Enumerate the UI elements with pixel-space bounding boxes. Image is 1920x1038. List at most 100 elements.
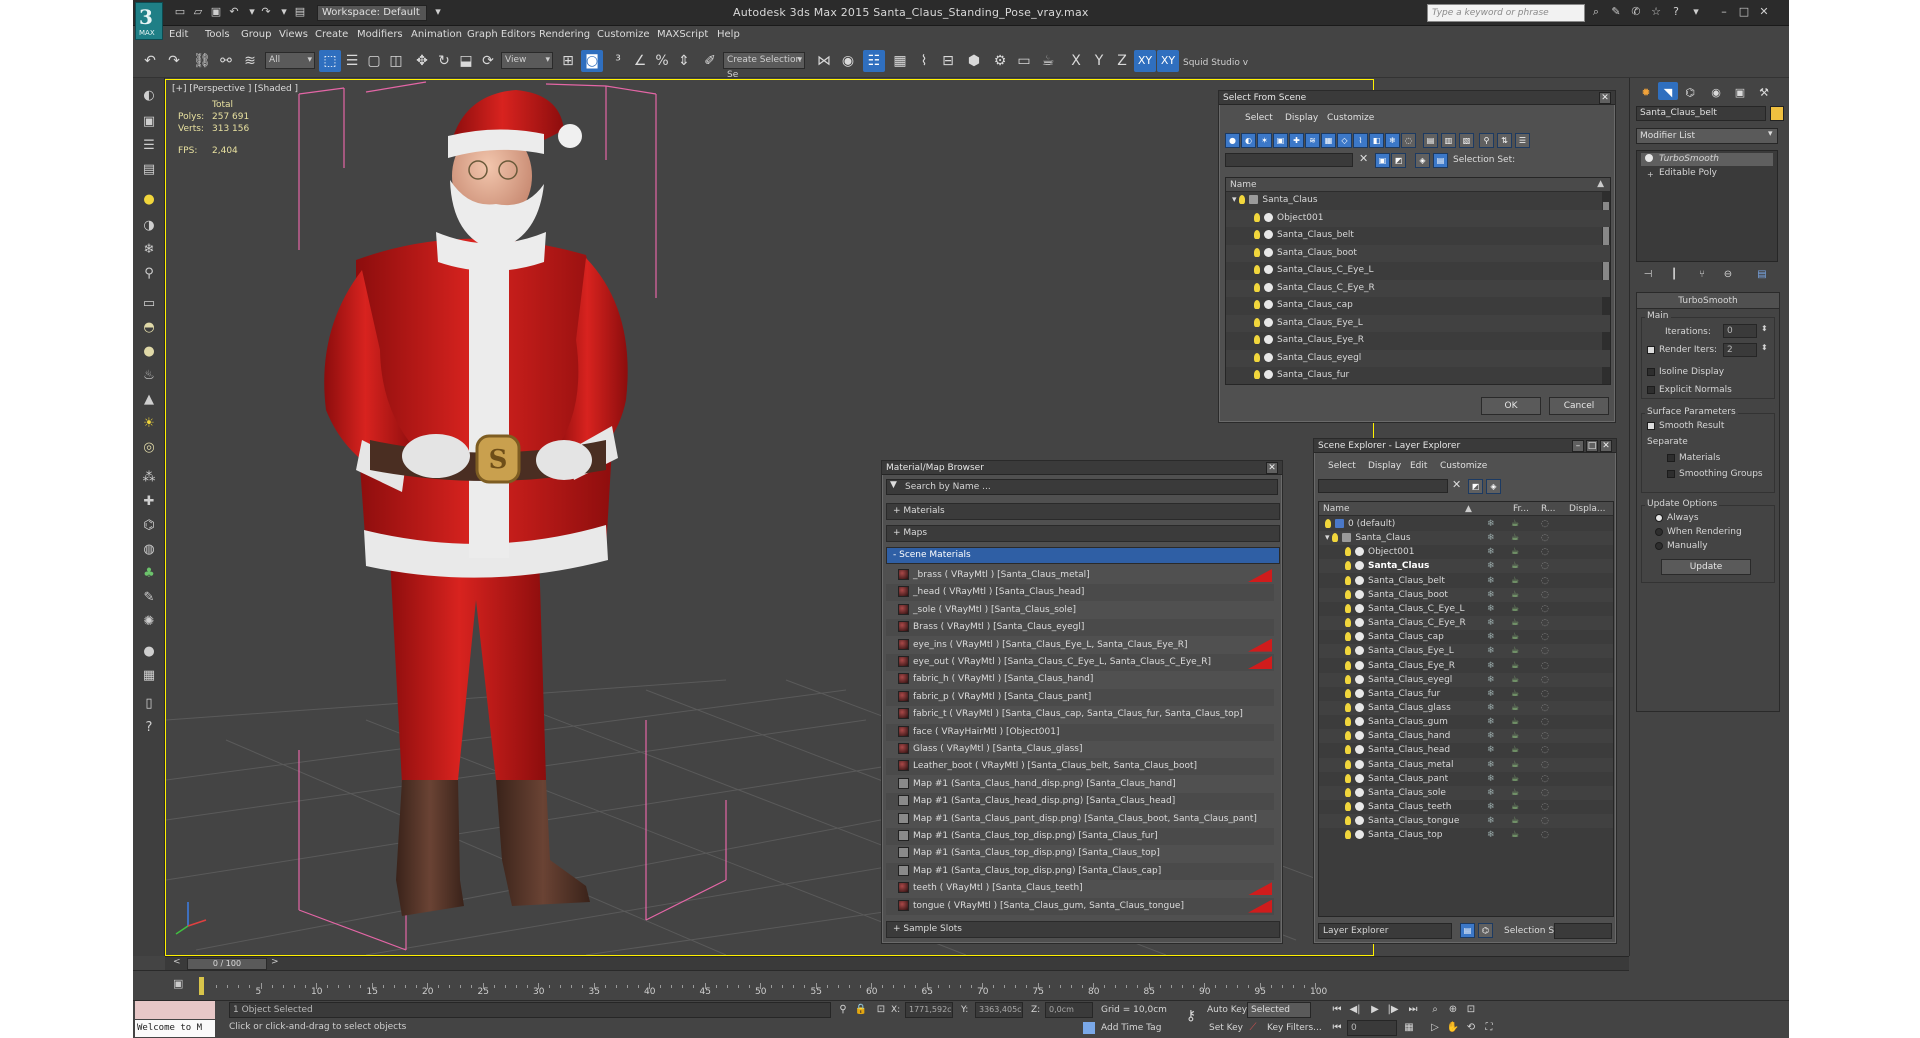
display-icon[interactable]: ◌ <box>1541 574 1549 588</box>
object-row[interactable]: Santa_Claus_C_Eye_L ❄ ☕ ◌ <box>1319 602 1613 616</box>
display-icon[interactable]: ◌ <box>1541 743 1549 757</box>
renderable-icon[interactable]: ☕ <box>1511 729 1519 743</box>
object-row[interactable]: Santa_Claus_Eye_L ❄ ☕ ◌ <box>1319 644 1613 659</box>
search-input[interactable]: Type a keyword or phrase <box>1427 4 1585 22</box>
invert-display-icon[interactable]: ▧ <box>1459 133 1474 148</box>
object-row[interactable]: Santa_Claus_C_Eye_R ❄ ☕ ◌ <box>1319 616 1613 631</box>
freeze-icon[interactable]: ❄ <box>1487 574 1495 588</box>
light-bulb-icon[interactable] <box>1239 195 1246 204</box>
maxscript-listener-mini[interactable] <box>135 1001 215 1019</box>
grid-icon[interactable]: ▤ <box>138 160 160 180</box>
motion-tab-icon[interactable]: ◉ <box>1706 82 1726 100</box>
freeze-icon[interactable]: ❄ <box>1487 772 1495 786</box>
freeze-icon[interactable]: ❄ <box>1487 531 1495 545</box>
clear-find-icon[interactable]: ✕ <box>1359 152 1368 165</box>
material-row[interactable]: _brass ( VRayMtl ) [Santa_Claus_metal] <box>886 567 1274 584</box>
light-bulb-icon[interactable] <box>1345 646 1351 656</box>
freeze-icon[interactable]: ❄ <box>1487 644 1495 658</box>
object-row[interactable]: Santa_Claus ❄ ☕ ◌ <box>1319 559 1613 574</box>
search-options-icon[interactable]: ▼ <box>890 480 897 490</box>
light-bulb-icon[interactable] <box>1345 547 1351 557</box>
column-header-display[interactable]: Displa... <box>1569 502 1605 516</box>
freeze-icon[interactable]: ❄ <box>1487 602 1495 616</box>
scene-materials-section[interactable]: - Scene Materials <box>886 547 1280 564</box>
project-folder-icon[interactable]: ▤ <box>293 5 307 19</box>
object-row[interactable]: Santa_Claus_tongue ❄ ☕ ◌ <box>1319 814 1613 829</box>
list-icon[interactable]: ☰ <box>138 136 160 156</box>
material-row[interactable]: Map #1 (Santa_Claus_hand_disp.png) [Sant… <box>886 776 1274 793</box>
containers-filter-icon[interactable]: ◧ <box>1369 133 1384 148</box>
spacewarps-filter-icon[interactable]: ≋ <box>1305 133 1320 148</box>
freeze-icon[interactable]: ❄ <box>1487 715 1495 729</box>
light-bulb-icon[interactable] <box>1254 300 1260 309</box>
menu-help[interactable]: Help <box>717 29 740 40</box>
renderable-icon[interactable]: ☕ <box>1511 616 1519 630</box>
material-row[interactable]: Map #1 (Santa_Claus_head_disp.png) [Sant… <box>886 793 1274 811</box>
x-coordinate-field[interactable]: 1771,592c <box>905 1002 953 1018</box>
maxscript-listener-input[interactable]: Welcome to M <box>135 1020 215 1037</box>
hidden-filter-icon[interactable]: ◌ <box>1401 133 1416 148</box>
hide-icon[interactable]: ◑ <box>138 216 160 236</box>
explicit-normals-checkbox[interactable]: Explicit Normals <box>1647 385 1732 395</box>
light-bulb-icon[interactable] <box>1254 212 1260 222</box>
menu-customize[interactable]: Customize <box>597 29 650 40</box>
redo-icon[interactable]: ↷ <box>163 50 185 72</box>
scene-object-row[interactable]: Santa_Claus_Eye_L <box>1226 314 1610 332</box>
renderable-icon[interactable]: ☕ <box>1511 701 1519 715</box>
modifier-list-dropdown[interactable]: Modifier List <box>1636 128 1778 144</box>
menu-edit[interactable]: Edit <box>1410 461 1427 471</box>
helpers-filter-icon[interactable]: ✚ <box>1289 133 1304 148</box>
material-row[interactable]: teeth ( VRayMtl ) [Santa_Claus_teeth] <box>886 880 1274 897</box>
lightbulb-toggle-icon[interactable] <box>1645 154 1653 162</box>
object-row[interactable]: Santa_Claus_top ❄ ☕ ◌ <box>1319 828 1613 842</box>
material-editor-icon[interactable]: ⬢ <box>963 50 985 72</box>
freeze-icon[interactable]: ❄ <box>1487 545 1495 559</box>
scene-object-row[interactable]: Santa_Claus_C_Eye_L <box>1226 262 1610 279</box>
scene-object-row[interactable]: Santa_Claus_cap <box>1226 297 1610 314</box>
layer-row[interactable]: 0 (default) ❄ ☕ ◌ <box>1319 517 1613 531</box>
scale-icon[interactable]: ⬓ <box>455 50 477 72</box>
renderable-icon[interactable]: ☕ <box>1511 687 1519 701</box>
light-bulb-icon[interactable] <box>1345 632 1351 642</box>
material-row[interactable]: Leather_boot ( VRayMtl ) [Santa_Claus_be… <box>886 758 1274 776</box>
close-icon[interactable]: ✕ <box>1757 5 1771 19</box>
object-row[interactable]: Santa_Claus_glass ❄ ☕ ◌ <box>1319 700 1613 715</box>
material-row[interactable]: _head ( VRayMtl ) [Santa_Claus_head] <box>886 584 1274 602</box>
display-icon[interactable]: ◌ <box>1541 659 1549 673</box>
select-manipulate-icon[interactable]: ◙ <box>581 50 603 72</box>
help-circle-icon[interactable]: ? <box>138 718 160 738</box>
freeze-icon[interactable]: ❄ <box>1487 687 1495 701</box>
lights-filter-icon[interactable]: ✶ <box>1257 133 1272 148</box>
display-icon[interactable]: ◌ <box>1541 715 1549 729</box>
rotate-icon[interactable]: ↻ <box>433 50 455 72</box>
light-bulb-icon[interactable] <box>1254 317 1260 327</box>
sun-icon[interactable]: ☀ <box>138 414 160 434</box>
new-file-icon[interactable]: ▭ <box>173 5 187 19</box>
percent-snap-icon[interactable]: % <box>651 50 673 72</box>
hierarchy-tab-icon[interactable]: ⌬ <box>1680 82 1700 100</box>
light-bulb-icon[interactable] <box>1345 674 1351 684</box>
spinner-arrows-icon[interactable]: ⬍ <box>1761 343 1768 352</box>
undo-icon[interactable]: ↶ <box>139 50 161 72</box>
select-children-icon[interactable]: ▣ <box>1375 153 1390 168</box>
remove-modifier-icon[interactable]: ⊖ <box>1720 268 1736 282</box>
window-crossing-icon[interactable]: ◫ <box>385 50 407 72</box>
display-icon[interactable]: ◌ <box>1541 758 1549 772</box>
material-row[interactable]: eye_out ( VRayMtl ) [Santa_Claus_C_Eye_L… <box>886 654 1274 671</box>
axis-xy-button[interactable]: XY <box>1134 50 1156 72</box>
when-rendering-radio[interactable]: When Rendering <box>1655 527 1742 537</box>
set-key-button[interactable]: Set Key <box>1209 1023 1243 1033</box>
display-icon[interactable]: ◌ <box>1541 673 1549 687</box>
render-icon[interactable]: ▦ <box>138 666 160 686</box>
expand-arrow-icon[interactable]: ▾ <box>1325 533 1332 543</box>
light-bulb-icon[interactable] <box>1332 533 1339 543</box>
foliage-icon[interactable]: ♣ <box>138 564 160 584</box>
mirror-icon[interactable]: ⋈ <box>813 50 835 72</box>
smooth-result-checkbox[interactable]: Smooth Result <box>1647 421 1724 431</box>
expand-arrow-icon[interactable]: ▾ <box>1232 195 1239 205</box>
maximize-icon[interactable]: □ <box>1737 5 1751 19</box>
explorer-type-dropdown[interactable]: Layer Explorer <box>1318 923 1452 939</box>
radio-icon[interactable] <box>1655 541 1663 550</box>
filter-funnel-icon[interactable]: ⚲ <box>1479 133 1494 148</box>
renderable-icon[interactable]: ☕ <box>1511 743 1519 757</box>
